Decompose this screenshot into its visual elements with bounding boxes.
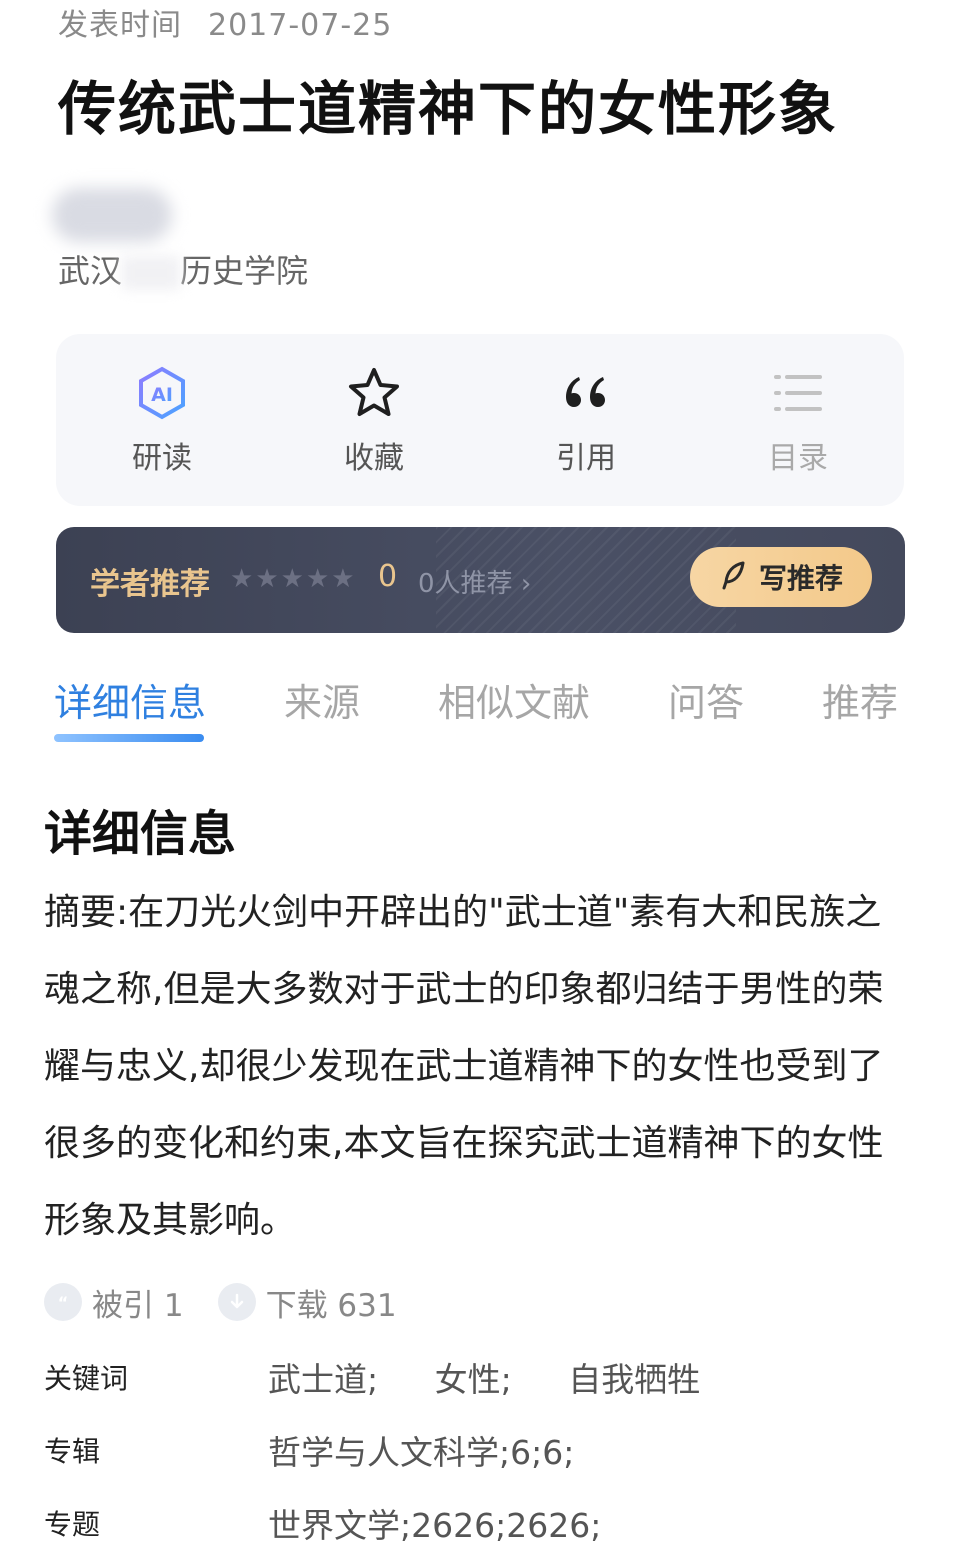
action-bar: AI 研读 收藏 引用 目录 bbox=[56, 334, 904, 506]
author-institution[interactable]: 武汉 历史学院 bbox=[58, 246, 308, 292]
write-recommend-label: 写推荐 bbox=[758, 562, 843, 595]
publish-date: 发表时间 2017-07-25 bbox=[58, 0, 392, 44]
list-icon bbox=[768, 363, 828, 423]
star-icon: ★ bbox=[305, 564, 330, 594]
author-name-redacted[interactable] bbox=[52, 188, 172, 242]
quote-icon: “ bbox=[44, 1283, 82, 1321]
svg-text:“: “ bbox=[58, 1293, 69, 1312]
action-cite-button[interactable]: 引用 bbox=[506, 363, 666, 477]
action-favorite-label: 收藏 bbox=[344, 441, 404, 476]
quote-icon bbox=[556, 363, 616, 423]
ai-read-icon: AI bbox=[132, 363, 192, 423]
rating-stars: ★ ★ ★ ★ ★ bbox=[230, 561, 355, 597]
scholar-recommend-banner: 学者推荐 ★ ★ ★ ★ ★ 0 0人推荐 › 写推荐 bbox=[56, 527, 905, 633]
topic-row: 专题 世界文学;2626;2626; bbox=[44, 1498, 924, 1548]
star-icon: ★ bbox=[230, 564, 254, 594]
recommend-count: 0人推荐 bbox=[418, 569, 513, 599]
article-title: 传统武士道精神下的女性形象 bbox=[58, 75, 839, 143]
write-recommend-button[interactable]: 写推荐 bbox=[690, 547, 872, 607]
star-icon: ★ bbox=[280, 564, 304, 594]
action-favorite-button[interactable]: 收藏 bbox=[294, 363, 454, 477]
details-section-title: 详细信息 bbox=[44, 806, 237, 862]
action-read-label: 研读 bbox=[132, 441, 192, 476]
star-icon: ★ bbox=[255, 564, 279, 594]
download-count[interactable]: 下载 631 bbox=[217, 1280, 397, 1325]
keywords-row: 关键词 武士道; 女性; 自我牺牲 bbox=[44, 1352, 924, 1402]
keywords-label: 关键词 bbox=[44, 1362, 129, 1395]
recommend-title: 学者推荐 bbox=[90, 567, 210, 602]
svg-text:AI: AI bbox=[151, 384, 173, 406]
topic-value: 世界文学;2626;2626; bbox=[268, 1506, 602, 1545]
album-row: 专辑 哲学与人文科学;6;6; bbox=[44, 1425, 924, 1475]
publish-date-label: 发表时间 bbox=[58, 8, 182, 43]
action-toc-label: 目录 bbox=[768, 441, 828, 476]
recommend-score: 0 bbox=[378, 559, 398, 594]
keyword-link[interactable]: 自我牺牲 bbox=[568, 1360, 700, 1399]
star-icon bbox=[344, 363, 404, 423]
tab-qa[interactable]: 问答 bbox=[668, 672, 744, 727]
action-toc-button[interactable]: 目录 bbox=[718, 363, 878, 477]
topic-label: 专题 bbox=[44, 1508, 101, 1541]
download-label: 下载 631 bbox=[265, 1287, 397, 1324]
publish-date-value: 2017-07-25 bbox=[208, 8, 393, 43]
tab-recommend[interactable]: 推荐 bbox=[822, 672, 898, 727]
chevron-right-icon: › bbox=[520, 569, 532, 599]
keywords-list: 武士道; 女性; 自我牺牲 bbox=[268, 1353, 746, 1401]
album-label: 专辑 bbox=[44, 1435, 101, 1468]
abstract-text: 摘要:在刀光火剑中开辟出的"武士道"素有大和民族之魂之称,但是大多数对于武士的印… bbox=[44, 892, 884, 1241]
active-tab-indicator bbox=[54, 734, 204, 742]
tab-details[interactable]: 详细信息 bbox=[54, 672, 206, 727]
download-icon bbox=[217, 1283, 256, 1321]
keyword-link[interactable]: 武士道; bbox=[268, 1360, 378, 1399]
action-cite-label: 引用 bbox=[556, 441, 616, 476]
album-value: 哲学与人文科学;6;6; bbox=[268, 1433, 575, 1472]
recommend-count-link[interactable]: 0人推荐 › bbox=[418, 563, 531, 600]
tab-source[interactable]: 来源 bbox=[284, 672, 360, 727]
institution-suffix: 历史学院 bbox=[180, 252, 309, 290]
action-read-button[interactable]: AI 研读 bbox=[82, 363, 242, 477]
feather-pen-icon bbox=[719, 560, 749, 594]
institution-prefix: 武汉 bbox=[58, 252, 123, 290]
stats-row: “ 被引 1 下载 631 bbox=[44, 1278, 431, 1326]
tab-similar[interactable]: 相似文献 bbox=[438, 672, 590, 727]
institution-redacted bbox=[122, 256, 181, 290]
cited-label: 被引 1 bbox=[92, 1287, 184, 1324]
cited-count[interactable]: “ 被引 1 bbox=[44, 1280, 184, 1325]
keyword-link[interactable]: 女性; bbox=[435, 1360, 512, 1399]
star-icon: ★ bbox=[331, 564, 355, 594]
